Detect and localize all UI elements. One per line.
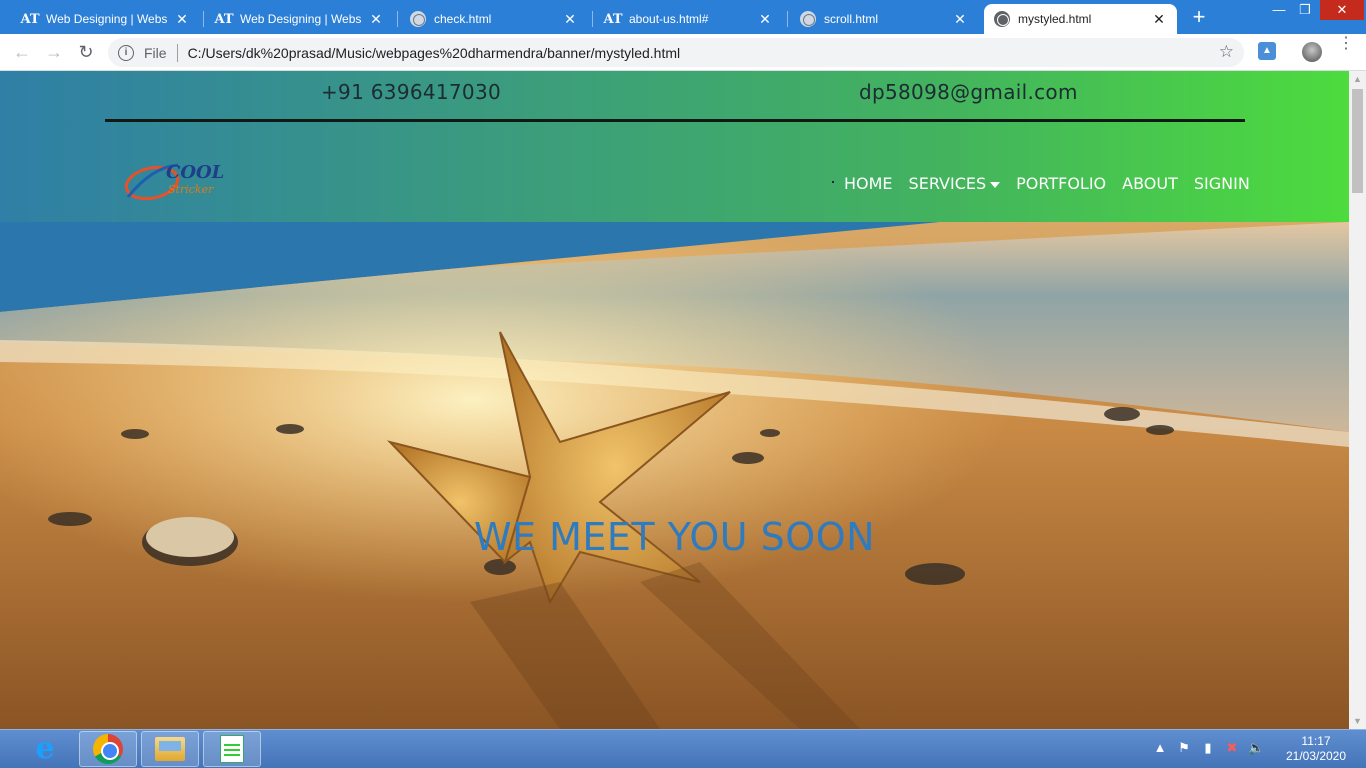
- scroll-down-icon[interactable]: ▼: [1349, 713, 1366, 729]
- hero-banner: WE MEET YOU SOON: [0, 222, 1349, 729]
- logo-text-main: COOL: [166, 162, 224, 183]
- page-viewport: +91 6396417030 dp58098@gmail.com COOL St…: [0, 71, 1349, 729]
- bookmark-star-icon[interactable]: ☆: [1219, 42, 1234, 62]
- browser-toolbar: ← → ↻ i File C:/Users/dk%20prasad/Music/…: [0, 34, 1366, 71]
- nav-portfolio[interactable]: PORTFOLIO: [1016, 174, 1106, 193]
- tab-web-designing-2[interactable]: AT Web Designing | Website ✕: [206, 4, 394, 34]
- forward-button[interactable]: →: [42, 40, 66, 64]
- restore-button[interactable]: ❐: [1290, 0, 1320, 20]
- scroll-thumb[interactable]: [1352, 89, 1363, 193]
- tray-expand-icon[interactable]: ▲: [1152, 740, 1168, 756]
- globe-icon: [994, 11, 1010, 27]
- power-icon[interactable]: ▮: [1200, 740, 1216, 756]
- nav-about[interactable]: ABOUT: [1122, 174, 1178, 193]
- reload-button[interactable]: ↻: [74, 40, 98, 64]
- close-icon[interactable]: ✕: [368, 11, 384, 28]
- vertical-scrollbar[interactable]: ▲ ▼: [1349, 71, 1366, 729]
- tab-separator: [787, 11, 788, 27]
- system-tray: ▲ ⚑ ▮ ✖ 🔈: [1152, 740, 1265, 756]
- chrome-icon: [93, 734, 123, 764]
- tab-mystyled[interactable]: mystyled.html ✕: [984, 4, 1177, 34]
- tab-separator: [592, 11, 593, 27]
- globe-icon: [410, 11, 426, 27]
- nav-signin[interactable]: SIGNIN: [1194, 174, 1250, 193]
- tab-web-designing-1[interactable]: AT Web Designing | Website ✕: [12, 4, 200, 34]
- tab-strip: AT Web Designing | Website ✕ AT Web Desi…: [0, 0, 1366, 34]
- taskbar-notepad[interactable]: [203, 731, 261, 767]
- nav-dot: [832, 180, 834, 183]
- folder-icon: [155, 737, 185, 761]
- omnibox-divider: [176, 43, 178, 62]
- tab-title: scroll.html: [824, 12, 879, 26]
- tab-title: check.html: [434, 12, 492, 26]
- extension-icon[interactable]: ▲: [1258, 42, 1276, 60]
- taskbar-clock[interactable]: 11:17 21/03/2020: [1280, 734, 1352, 764]
- notepad-icon: [220, 735, 244, 763]
- clock-date: 21/03/2020: [1285, 749, 1347, 763]
- header-phone: +91 6396417030: [321, 80, 502, 104]
- logo-text-sub: Stricker: [168, 183, 214, 196]
- address-bar[interactable]: i File C:/Users/dk%20prasad/Music/webpag…: [108, 38, 1244, 67]
- back-button[interactable]: ←: [10, 40, 34, 64]
- window-close-button[interactable]: ✕: [1320, 0, 1364, 20]
- tab-title: Web Designing | Website: [240, 12, 362, 26]
- close-icon[interactable]: ✕: [562, 11, 578, 28]
- beach-photo: [0, 222, 1349, 729]
- tab-check[interactable]: check.html ✕: [400, 4, 588, 34]
- nav-services[interactable]: SERVICES: [909, 174, 1001, 193]
- at-favicon-icon: AT: [20, 11, 40, 27]
- tab-separator: [203, 11, 204, 27]
- tab-scroll[interactable]: scroll.html ✕: [790, 4, 978, 34]
- action-center-flag-icon[interactable]: ⚑: [1176, 740, 1192, 756]
- windows-taskbar: e ▲ ⚑ ▮ ✖ 🔈 11:17 21/03/2020: [0, 729, 1366, 768]
- url-text[interactable]: C:/Users/dk%20prasad/Music/webpages%20dh…: [188, 45, 681, 61]
- caret-down-icon: [990, 181, 1001, 188]
- taskbar-chrome[interactable]: [79, 731, 137, 767]
- tab-separator: [397, 11, 398, 27]
- clock-time: 11:17: [1301, 734, 1331, 748]
- tab-title: mystyled.html: [1018, 12, 1092, 26]
- close-icon[interactable]: ✕: [1151, 11, 1167, 28]
- menu-icon[interactable]: ⋮: [1338, 36, 1354, 62]
- tab-title: about-us.html#: [629, 12, 709, 26]
- network-error-icon[interactable]: ✖: [1224, 740, 1240, 756]
- close-icon[interactable]: ✕: [174, 11, 190, 28]
- header-divider: [105, 119, 1245, 122]
- scroll-up-icon[interactable]: ▲: [1349, 71, 1366, 87]
- info-icon[interactable]: i: [118, 44, 134, 61]
- header-email: dp58098@gmail.com: [859, 80, 1078, 104]
- profile-avatar[interactable]: [1302, 42, 1322, 62]
- close-icon[interactable]: ✕: [952, 11, 968, 28]
- internet-explorer-icon: e: [35, 731, 55, 766]
- new-tab-button[interactable]: +: [1188, 6, 1210, 28]
- scheme-label: File: [144, 44, 167, 61]
- taskbar-internet-explorer[interactable]: e: [16, 731, 74, 767]
- at-favicon-icon: AT: [603, 11, 623, 27]
- nav-services-label: SERVICES: [908, 174, 987, 193]
- globe-icon: [800, 11, 816, 27]
- volume-icon[interactable]: 🔈: [1248, 740, 1264, 756]
- taskbar-file-explorer[interactable]: [141, 731, 199, 767]
- banner-headline: WE MEET YOU SOON: [473, 515, 876, 559]
- close-icon[interactable]: ✕: [757, 11, 773, 28]
- site-logo[interactable]: COOL Stricker: [122, 159, 240, 203]
- main-nav: HOME SERVICES PORTFOLIO ABOUT SIGNIN: [832, 174, 1266, 193]
- tab-about-us[interactable]: AT about-us.html# ✕: [595, 4, 783, 34]
- tab-title: Web Designing | Website: [46, 12, 168, 26]
- nav-home[interactable]: HOME: [844, 174, 893, 193]
- site-header: +91 6396417030 dp58098@gmail.com COOL St…: [0, 71, 1349, 222]
- at-favicon-icon: AT: [214, 11, 234, 27]
